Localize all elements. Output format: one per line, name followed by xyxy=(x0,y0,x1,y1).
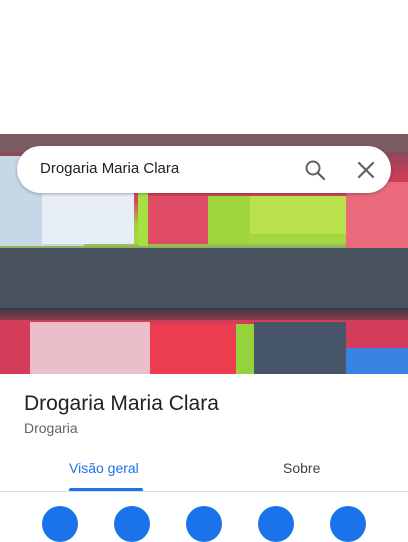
place-title: Drogaria Maria Clara xyxy=(24,392,219,415)
tab-overview[interactable]: Visão geral xyxy=(69,460,139,476)
save-button[interactable] xyxy=(114,506,150,542)
action-buttons-row xyxy=(0,492,408,542)
directions-button[interactable] xyxy=(42,506,78,542)
place-tabs: Visão geral Sobre xyxy=(0,446,408,492)
close-icon[interactable] xyxy=(357,161,375,179)
active-tab-indicator xyxy=(69,488,143,491)
tab-about[interactable]: Sobre xyxy=(283,460,320,476)
search-icon[interactable] xyxy=(304,159,326,181)
share-button[interactable] xyxy=(330,506,366,542)
search-bar[interactable]: Drogaria Maria Clara xyxy=(17,146,391,193)
place-category: Drogaria xyxy=(24,420,78,436)
search-input[interactable]: Drogaria Maria Clara xyxy=(40,160,179,177)
send-to-phone-button[interactable] xyxy=(258,506,294,542)
nearby-button[interactable] xyxy=(186,506,222,542)
